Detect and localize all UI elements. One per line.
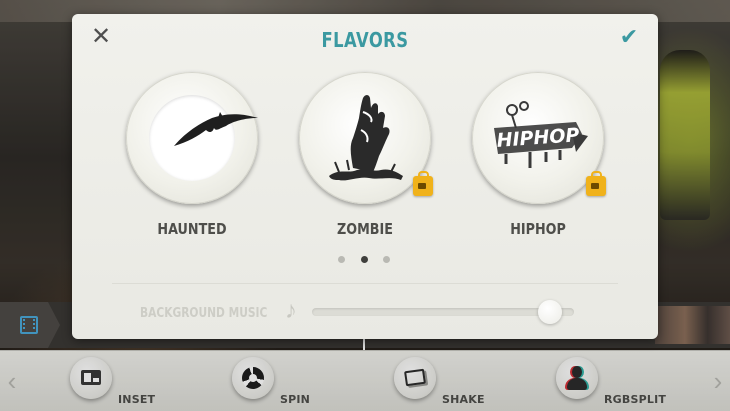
flavor-label: ZOMBIE bbox=[337, 220, 393, 238]
flavor-label: HIPHOP bbox=[510, 220, 566, 238]
divider bbox=[112, 283, 618, 284]
page-dot[interactable] bbox=[338, 256, 345, 263]
checkmark-icon[interactable]: ✔ bbox=[617, 26, 641, 48]
slider-track[interactable] bbox=[312, 308, 574, 316]
slider-knob[interactable] bbox=[538, 300, 562, 324]
flavors-dialog: ✕ FLAVORS ✔ HAUNTED ZOMBIE HIPHOP HIPHOP… bbox=[72, 14, 658, 339]
bat-icon bbox=[174, 112, 258, 146]
flavor-label: HAUNTED bbox=[157, 220, 227, 238]
flavor-hiphop[interactable]: HIPHOP HIPHOP bbox=[472, 72, 606, 242]
zombie-hand-icon bbox=[329, 95, 403, 181]
dialog-title: FLAVORS bbox=[321, 28, 409, 52]
page-indicator bbox=[334, 256, 396, 264]
background-music-label: BACKGROUND MUSIC bbox=[140, 306, 268, 321]
background-music-slider[interactable] bbox=[312, 300, 574, 324]
flavor-haunted[interactable]: HAUNTED bbox=[126, 72, 258, 242]
page-dot-active[interactable] bbox=[361, 256, 368, 263]
page-dot[interactable] bbox=[383, 256, 390, 263]
flavor-zombie[interactable]: ZOMBIE bbox=[299, 72, 433, 242]
close-icon[interactable]: ✕ bbox=[90, 25, 112, 49]
lock-icon bbox=[586, 171, 606, 196]
lock-icon bbox=[413, 171, 433, 196]
hiphop-graffiti-icon: HIPHOP bbox=[494, 101, 588, 168]
music-note-icon: ♪ bbox=[285, 297, 297, 324]
